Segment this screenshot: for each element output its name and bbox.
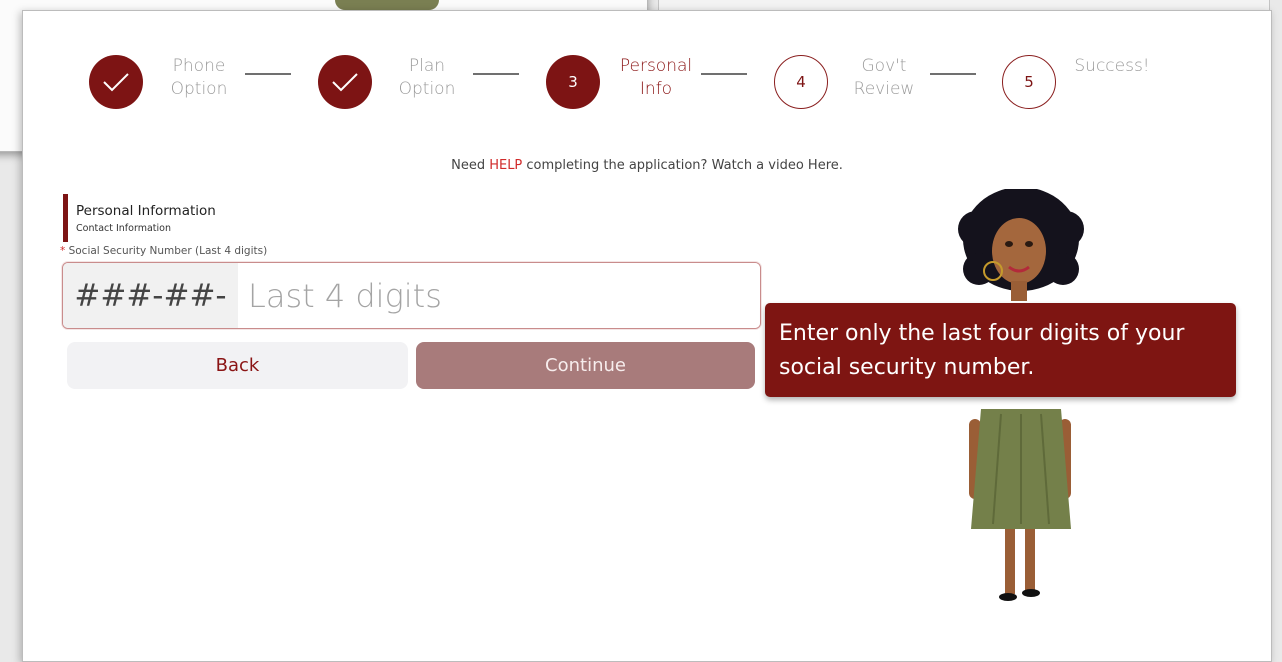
step-connector <box>473 73 519 75</box>
ssn-last4-input[interactable] <box>238 263 760 328</box>
continue-button[interactable]: Continue <box>416 342 755 389</box>
help-suffix: completing the application? Watch a vide… <box>522 158 843 173</box>
step-label-line: Phone <box>172 56 226 76</box>
background-avatar-fragment <box>335 0 439 10</box>
assistant-tooltip: Enter only the last four digits of your … <box>765 303 1236 397</box>
step-1-complete-icon <box>89 55 143 109</box>
step-label-line: Plan <box>408 56 446 76</box>
ssn-field: ###-##- <box>62 262 761 329</box>
step-label-line: Option <box>398 79 456 99</box>
step-label-line: Gov't <box>861 56 907 76</box>
section-title: Personal Information <box>76 203 216 219</box>
checkmark-icon <box>332 73 358 92</box>
step-2-complete-icon <box>318 55 372 109</box>
help-prefix: Need <box>451 158 490 173</box>
checkmark-icon <box>103 73 129 92</box>
step-3-number: 3 <box>546 55 600 109</box>
section-subtitle: Contact Information <box>76 223 171 234</box>
help-text: Need HELP completing the application? Wa… <box>23 158 1271 173</box>
step-4-number: 4 <box>774 55 828 109</box>
step-4-label: Gov't Review <box>829 55 939 101</box>
step-label-line: Review <box>853 79 915 99</box>
step-connector <box>245 73 291 75</box>
step-3-label: Personal Info <box>601 55 711 101</box>
assistant-avatar <box>958 189 1084 601</box>
ssn-prefix: ###-##- <box>63 263 238 328</box>
help-link[interactable]: HELP <box>489 158 522 173</box>
step-label-line: Info <box>639 79 673 99</box>
step-5-number: 5 <box>1002 55 1056 109</box>
step-1-label: Phone Option <box>144 55 254 101</box>
application-panel: Phone Option Plan Option 3 Personal Info… <box>22 10 1272 662</box>
section-accent-bar <box>63 194 68 242</box>
step-label-line: Personal <box>619 56 693 76</box>
step-label-line: Success! <box>1074 56 1150 76</box>
step-2-label: Plan Option <box>372 55 482 101</box>
back-button[interactable]: Back <box>67 342 408 389</box>
step-connector <box>930 73 976 75</box>
step-5-label: Success! <box>1057 55 1167 78</box>
step-label-line: Option <box>170 79 228 99</box>
step-connector <box>701 73 747 75</box>
ssn-field-label: * Social Security Number (Last 4 digits) <box>60 245 267 257</box>
ssn-label-text: Social Security Number (Last 4 digits) <box>65 245 268 257</box>
